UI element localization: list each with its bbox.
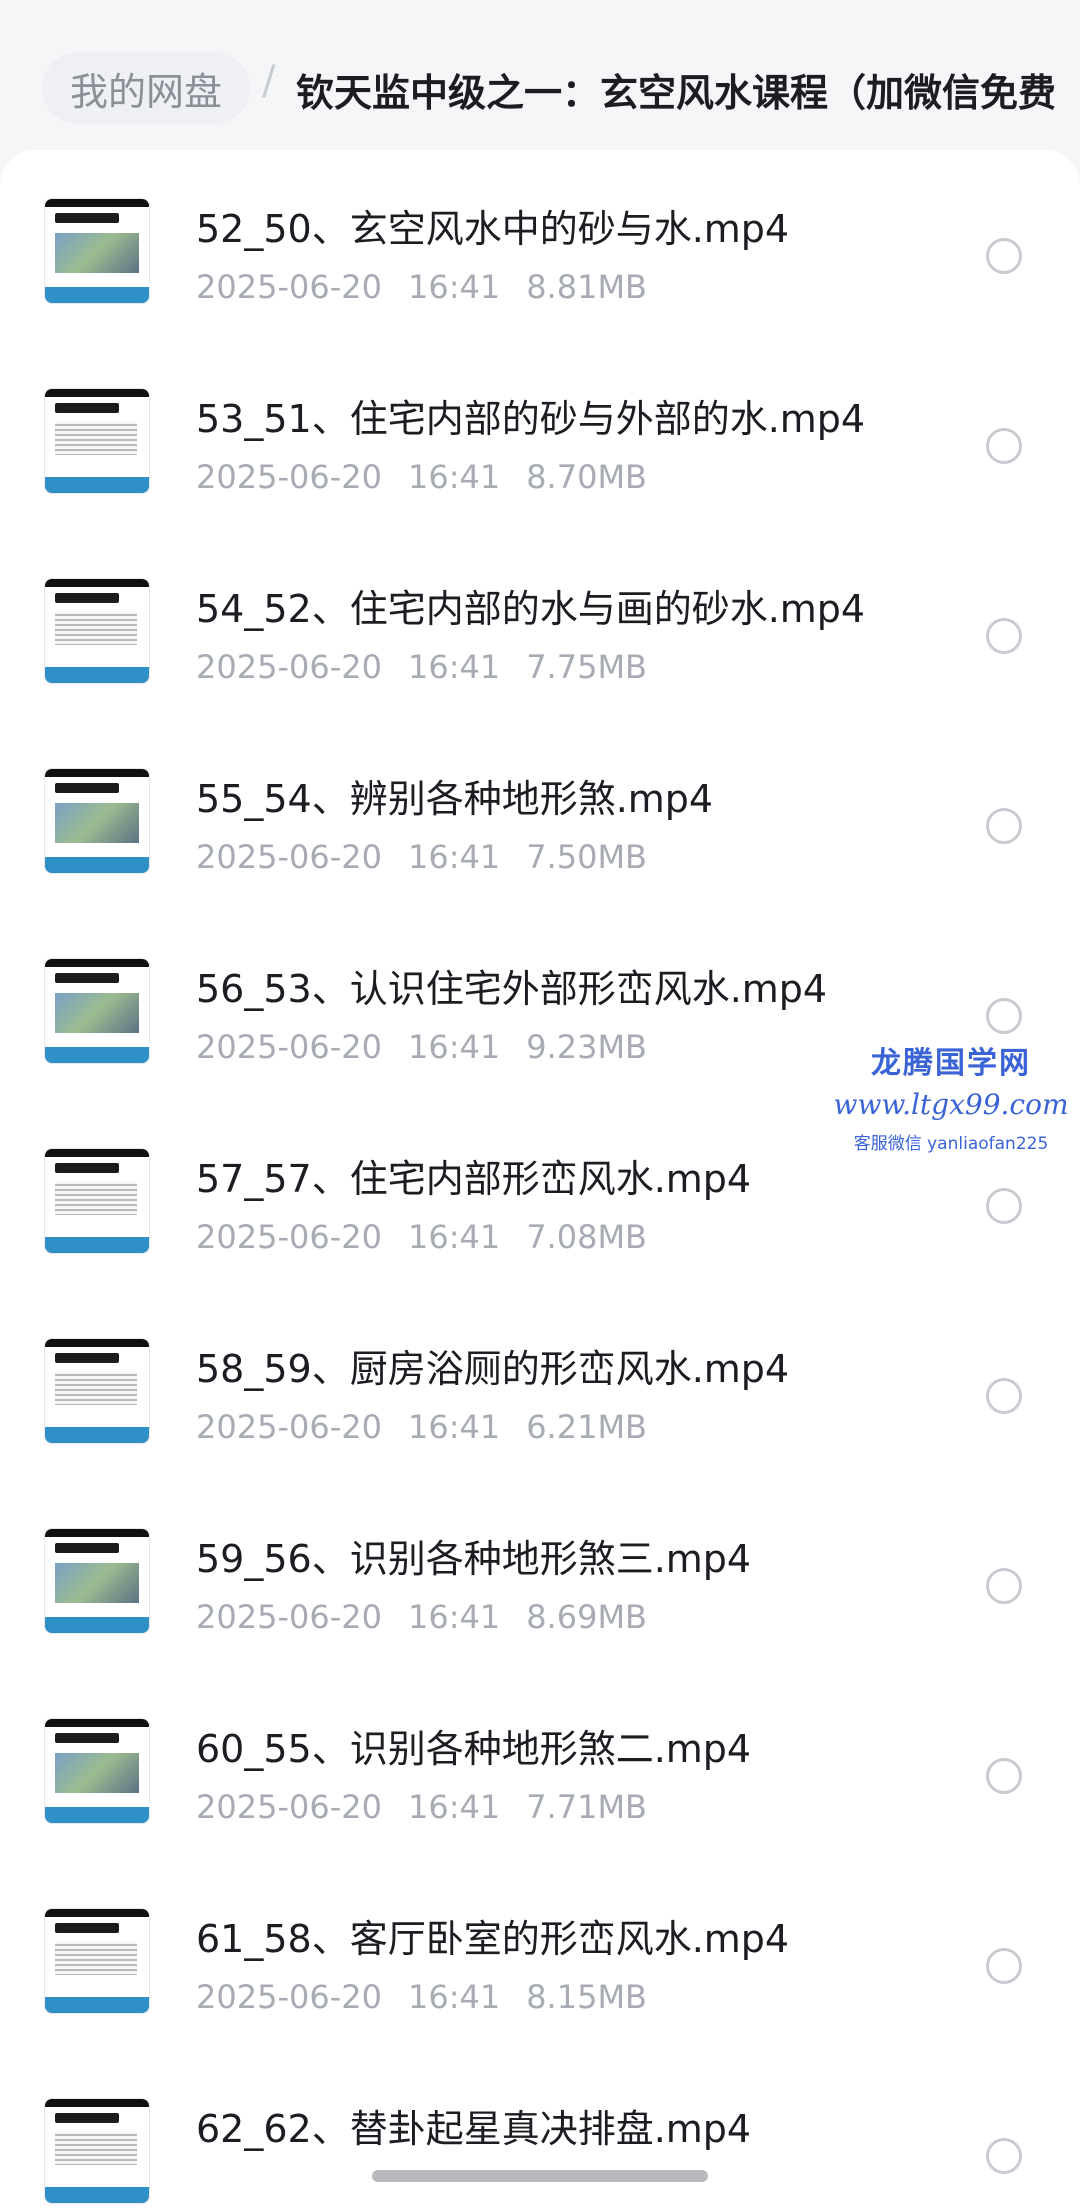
file-meta: 2025-06-20 16:41 7.71MB (196, 1788, 673, 1826)
file-date: 2025-06-20 (196, 1408, 382, 1446)
select-radio[interactable] (986, 2138, 1022, 2174)
file-size: 8.81MB (526, 268, 647, 306)
file-date: 2025-06-20 (196, 1028, 382, 1066)
file-time: 16:41 (407, 1218, 501, 1256)
file-row[interactable]: 56_53、认识住宅外部形峦风水.mp4 2025-06-20 16:41 9.23M… (0, 910, 1080, 1100)
video-thumbnail (44, 198, 150, 304)
file-meta: 2025-06-20 16:41 7.08MB (196, 1218, 673, 1256)
file-size: 8.69MB (526, 1598, 647, 1636)
file-list: 52_50、玄空风水中的砂与水.mp4 2025-06-20 16:41 8.81MB… (0, 150, 1080, 2208)
header: 我的网盘 / 钦天监中级之一：玄空风水课程（加微信免费 (0, 0, 1080, 150)
select-radio[interactable] (986, 808, 1022, 844)
select-radio[interactable] (986, 998, 1022, 1034)
file-row[interactable]: 55_54、辨别各种地形煞.mp4 2025-06-20 16:41 7.50MB (0, 720, 1080, 910)
file-meta: 2025-06-20 16:41 7.75MB (196, 648, 673, 686)
file-time: 16:41 (407, 1598, 501, 1636)
select-radio[interactable] (986, 1758, 1022, 1794)
file-name: 53_51、住宅内部的砂与外部的水.mp4 (196, 397, 866, 441)
select-radio[interactable] (986, 618, 1022, 654)
file-name: 61_58、客厅卧室的形峦风水.mp4 (196, 1917, 790, 1961)
video-thumbnail (44, 388, 150, 494)
file-name: 52_50、玄空风水中的砂与水.mp4 (196, 207, 790, 251)
file-row[interactable]: 59_56、识别各种地形煞三.mp4 2025-06-20 16:41 8.69MB (0, 1480, 1080, 1670)
file-date: 2025-06-20 (196, 268, 382, 306)
file-size: 7.71MB (526, 1788, 647, 1826)
breadcrumb-current-folder: 钦天监中级之一：玄空风水课程（加微信免费 (296, 71, 1057, 115)
file-name: 59_56、识别各种地形煞三.mp4 (196, 1537, 752, 1581)
file-row[interactable]: 62_62、替卦起星真决排盘.mp4 (0, 2050, 1080, 2208)
file-meta: 2025-06-20 16:41 8.69MB (196, 1598, 673, 1636)
file-row[interactable]: 54_52、住宅内部的水与画的砂水.mp4 2025-06-20 16:41 7.75… (0, 530, 1080, 720)
file-date: 2025-06-20 (196, 1598, 382, 1636)
file-row[interactable]: 52_50、玄空风水中的砂与水.mp4 2025-06-20 16:41 8.81MB (0, 150, 1080, 340)
select-radio[interactable] (986, 428, 1022, 464)
video-thumbnail (44, 1908, 150, 2014)
file-size: 6.21MB (526, 1408, 647, 1446)
file-time: 16:41 (407, 1978, 501, 2016)
file-row[interactable]: 53_51、住宅内部的砂与外部的水.mp4 2025-06-20 16:41 8.70… (0, 340, 1080, 530)
file-time: 16:41 (407, 268, 501, 306)
file-time: 16:41 (407, 1028, 501, 1066)
file-date: 2025-06-20 (196, 838, 382, 876)
file-time: 16:41 (407, 1788, 501, 1826)
file-date: 2025-06-20 (196, 1218, 382, 1256)
breadcrumb-root[interactable]: 我的网盘 (42, 52, 251, 124)
file-time: 16:41 (407, 1408, 501, 1446)
file-row[interactable]: 58_59、厨房浴厕的形峦风水.mp4 2025-06-20 16:41 6.21MB (0, 1290, 1080, 1480)
video-thumbnail (44, 1148, 150, 1254)
file-row[interactable]: 61_58、客厅卧室的形峦风水.mp4 2025-06-20 16:41 8.15MB (0, 1860, 1080, 2050)
file-size: 7.50MB (526, 838, 647, 876)
file-size: 9.23MB (526, 1028, 647, 1066)
file-meta (196, 2168, 274, 2206)
select-radio[interactable] (986, 238, 1022, 274)
file-date: 2025-06-20 (196, 1788, 382, 1826)
file-time: 16:41 (407, 458, 501, 496)
file-row[interactable]: 60_55、识别各种地形煞二.mp4 2025-06-20 16:41 7.71MB (0, 1670, 1080, 1860)
home-indicator[interactable] (372, 2170, 708, 2182)
video-thumbnail (44, 1718, 150, 1824)
file-list-panel: 52_50、玄空风水中的砂与水.mp4 2025-06-20 16:41 8.81MB… (0, 150, 1080, 2208)
file-name: 62_62、替卦起星真决排盘.mp4 (196, 2107, 752, 2151)
file-meta: 2025-06-20 16:41 8.81MB (196, 268, 673, 306)
file-date: 2025-06-20 (196, 648, 382, 686)
video-thumbnail (44, 578, 150, 684)
file-meta: 2025-06-20 16:41 8.70MB (196, 458, 673, 496)
video-thumbnail (44, 2098, 150, 2204)
file-size: 8.15MB (526, 1978, 647, 2016)
file-meta: 2025-06-20 16:41 7.50MB (196, 838, 673, 876)
file-meta: 2025-06-20 16:41 8.15MB (196, 1978, 673, 2016)
file-size: 7.08MB (526, 1218, 647, 1256)
file-size: 8.70MB (526, 458, 647, 496)
file-date: 2025-06-20 (196, 458, 382, 496)
video-thumbnail (44, 1528, 150, 1634)
file-meta: 2025-06-20 16:41 6.21MB (196, 1408, 673, 1446)
file-name: 55_54、辨别各种地形煞.mp4 (196, 777, 714, 821)
select-radio[interactable] (986, 1188, 1022, 1224)
select-radio[interactable] (986, 1568, 1022, 1604)
video-thumbnail (44, 1338, 150, 1444)
select-radio[interactable] (986, 1378, 1022, 1414)
video-thumbnail (44, 958, 150, 1064)
file-date: 2025-06-20 (196, 1978, 382, 2016)
select-radio[interactable] (986, 1948, 1022, 1984)
file-name: 60_55、识别各种地形煞二.mp4 (196, 1727, 752, 1771)
file-name: 58_59、厨房浴厕的形峦风水.mp4 (196, 1347, 790, 1391)
breadcrumb-separator: / (262, 58, 276, 104)
file-time: 16:41 (407, 838, 501, 876)
file-name: 57_57、住宅内部形峦风水.mp4 (196, 1157, 752, 1201)
file-name: 54_52、住宅内部的水与画的砂水.mp4 (196, 587, 866, 631)
file-time: 16:41 (407, 648, 501, 686)
video-thumbnail (44, 768, 150, 874)
file-meta: 2025-06-20 16:41 9.23MB (196, 1028, 673, 1066)
file-row[interactable]: 57_57、住宅内部形峦风水.mp4 2025-06-20 16:41 7.08MB (0, 1100, 1080, 1290)
file-size: 7.75MB (526, 648, 647, 686)
file-name: 56_53、认识住宅外部形峦风水.mp4 (196, 967, 828, 1011)
